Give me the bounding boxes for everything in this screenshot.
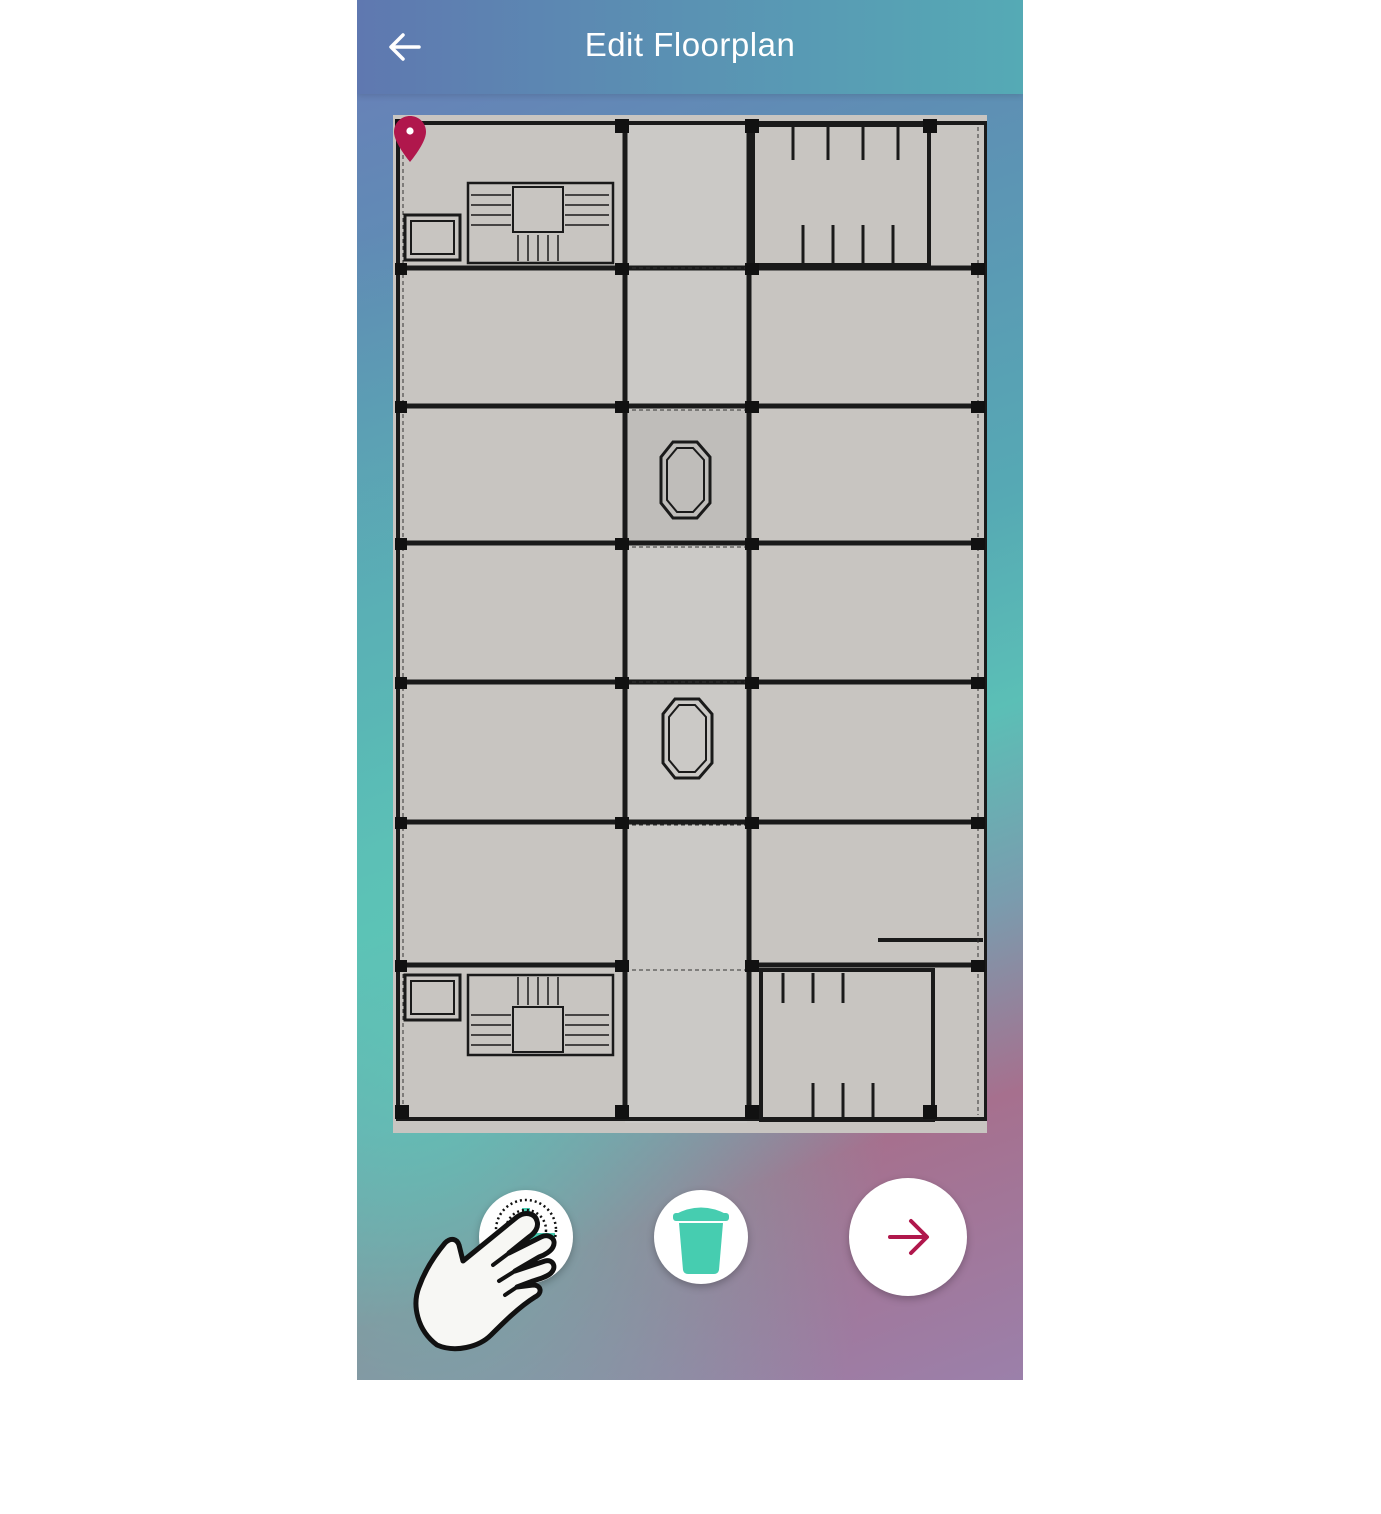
app-bar: Edit Floorplan: [357, 0, 1023, 94]
arrow-right-icon: [888, 1219, 929, 1255]
delete-marker-button[interactable]: [654, 1190, 748, 1284]
map-pin-icon[interactable]: [393, 115, 427, 163]
add-marker-button[interactable]: [479, 1190, 573, 1284]
floorplan-image[interactable]: [393, 115, 987, 1133]
app-screen: Edit Floorplan: [357, 0, 1023, 1380]
next-button[interactable]: [849, 1178, 967, 1296]
floorplan-drawing: [393, 115, 987, 1133]
page-title: Edit Floorplan: [584, 26, 796, 63]
trash-icon: [673, 1207, 729, 1274]
plus-icon: [494, 1198, 558, 1266]
